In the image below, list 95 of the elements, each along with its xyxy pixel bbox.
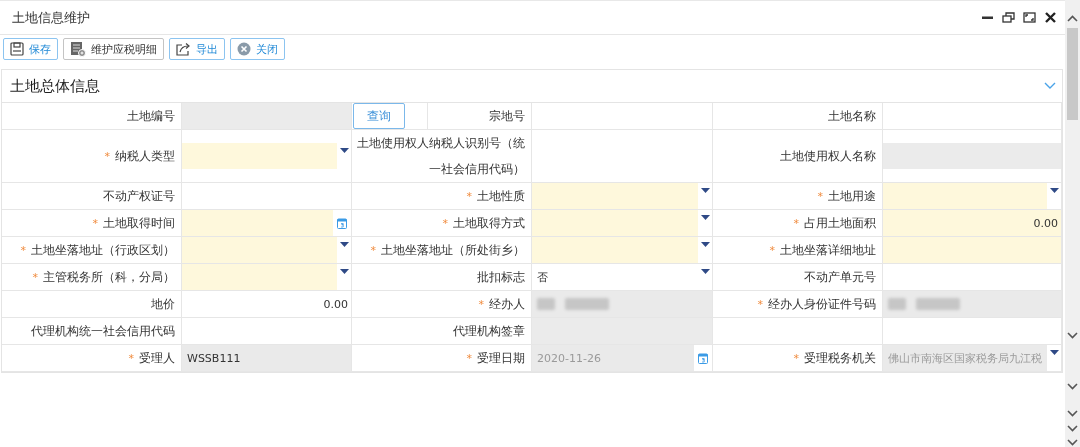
- field-label: 纳税人类型: [115, 148, 175, 165]
- text-field[interactable]: [883, 130, 1062, 183]
- scroll-down-icon[interactable]: [1067, 332, 1078, 339]
- date-field[interactable]: [182, 210, 352, 237]
- field-label: 受理税务机关: [804, 350, 876, 367]
- text-field[interactable]: [532, 291, 713, 318]
- scroll-up-icon[interactable]: [1067, 15, 1078, 22]
- text-field[interactable]: [532, 318, 713, 345]
- required-mark: *: [793, 351, 799, 365]
- dropdown-field[interactable]: [532, 237, 713, 264]
- caret-icon: [339, 242, 349, 247]
- field-label: 代理机构统一社会信用代码: [31, 323, 175, 340]
- number-field[interactable]: 0.00: [182, 291, 352, 318]
- text-field[interactable]: [883, 237, 1062, 264]
- required-mark: *: [817, 189, 823, 203]
- maximize-icon[interactable]: [1023, 11, 1036, 24]
- section-title: 土地总体信息: [10, 76, 101, 96]
- toolbar-button[interactable]: 维护应税明细: [63, 38, 164, 60]
- restore-icon[interactable]: [1002, 11, 1015, 24]
- field-label: 土地使用权人名称: [780, 148, 876, 165]
- dropdown-field[interactable]: [182, 130, 352, 183]
- blurred-value: [537, 298, 609, 310]
- chevron-icon[interactable]: [1044, 82, 1056, 90]
- scroll-down-icon[interactable]: [1067, 439, 1078, 446]
- close-icon[interactable]: [1044, 11, 1057, 24]
- scroll-down-icon[interactable]: [1067, 383, 1078, 390]
- field-label: 代理机构签章: [453, 323, 525, 340]
- field-label: 土地坐落地址（所处街乡）: [381, 242, 525, 259]
- text-field[interactable]: [182, 103, 352, 130]
- dropdown-field[interactable]: [182, 264, 352, 291]
- field-label: 受理日期: [477, 350, 525, 367]
- required-mark: *: [478, 297, 484, 311]
- caret-icon: [1049, 188, 1059, 193]
- field-label: 经办人身份证件号码: [768, 296, 876, 313]
- field-label: 不动产单元号: [804, 269, 876, 286]
- query-button[interactable]: 查询: [353, 103, 405, 129]
- scrollbar-thumb[interactable]: [1067, 28, 1078, 120]
- caret-icon: [700, 269, 710, 274]
- toolbar-button[interactable]: 保存: [3, 38, 58, 60]
- required-mark: *: [92, 216, 98, 230]
- field-label: 土地使用权人纳税人识别号（统一社会信用代码）: [356, 135, 525, 178]
- field-label: 批扣标志: [477, 269, 525, 286]
- caret-icon: [339, 269, 349, 274]
- field-label: 宗地号: [489, 108, 525, 125]
- calendar-icon: [698, 352, 708, 364]
- caret-icon: [700, 215, 710, 220]
- field-label: 占用土地面积: [804, 215, 876, 232]
- toolbar-button[interactable]: 关闭: [230, 38, 285, 60]
- window-title: 土地信息维护: [12, 8, 91, 27]
- field-label: 土地名称: [828, 108, 876, 125]
- field-label: 经办人: [489, 296, 525, 313]
- caret-icon: [700, 188, 710, 193]
- field-label: 土地用途: [828, 188, 876, 205]
- save-icon: [10, 42, 24, 56]
- blurred-value: [888, 298, 960, 310]
- caret-icon: [700, 242, 710, 247]
- dropdown-field[interactable]: [883, 183, 1062, 210]
- close-icon: [237, 42, 251, 56]
- text-field[interactable]: [883, 291, 1062, 318]
- required-mark: *: [466, 189, 472, 203]
- required-mark: *: [128, 351, 134, 365]
- scroll-down-icon[interactable]: [1067, 425, 1078, 432]
- required-mark: *: [466, 351, 472, 365]
- field-label: 受理人: [139, 350, 175, 367]
- field-label: 不动产权证号: [103, 188, 175, 205]
- caret-icon: [339, 148, 349, 153]
- dropdown-field[interactable]: [182, 237, 352, 264]
- required-mark: *: [370, 243, 376, 257]
- text-field[interactable]: [883, 103, 1062, 130]
- calendar-icon: [337, 217, 347, 229]
- number-field[interactable]: 0.00: [883, 210, 1062, 237]
- required-mark: *: [442, 216, 448, 230]
- field-label: 土地坐落详细地址: [780, 242, 876, 259]
- required-mark: *: [104, 149, 110, 163]
- required-mark: *: [757, 297, 763, 311]
- field-label: 土地性质: [477, 188, 525, 205]
- scroll-down-icon[interactable]: [1067, 410, 1078, 417]
- caret-icon: [1049, 350, 1059, 355]
- field-label: 土地取得时间: [103, 215, 175, 232]
- required-mark: *: [32, 270, 38, 284]
- field-label: 土地编号: [127, 108, 175, 125]
- field-label: 主管税务所（科，分局）: [43, 269, 175, 286]
- required-mark: *: [20, 243, 26, 257]
- required-mark: *: [793, 216, 799, 230]
- dropdown-field[interactable]: [532, 210, 713, 237]
- document-plus-icon: [70, 41, 86, 57]
- dropdown-field[interactable]: [532, 183, 713, 210]
- export-icon: [176, 42, 191, 56]
- text-field[interactable]: [532, 103, 713, 130]
- text-field[interactable]: WSSB111: [182, 345, 352, 372]
- field-label: 地价: [151, 296, 175, 313]
- toolbar-button[interactable]: 导出: [169, 38, 225, 60]
- field-label: 土地坐落地址（行政区划）: [31, 242, 175, 259]
- required-mark: *: [769, 243, 775, 257]
- field-label: 土地取得方式: [453, 215, 525, 232]
